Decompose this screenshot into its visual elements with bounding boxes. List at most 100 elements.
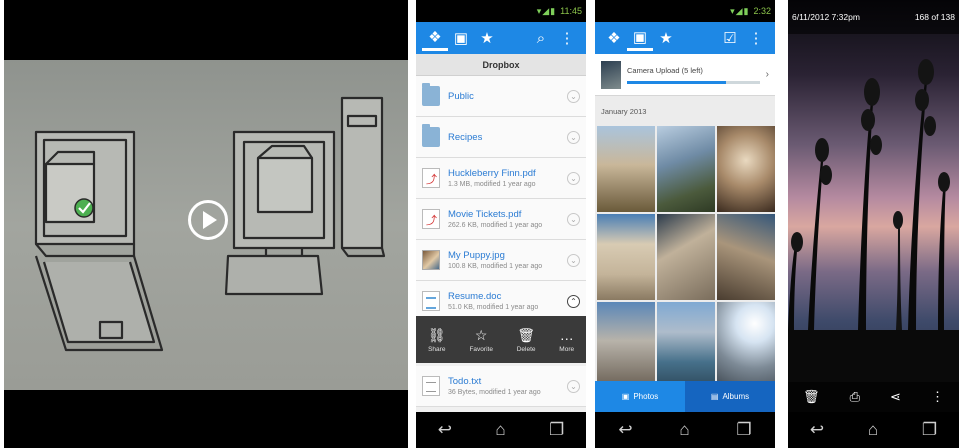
photo-icon: ▣	[621, 392, 630, 401]
photo-thumbnail[interactable]	[657, 302, 715, 388]
more-icon: …	[559, 326, 574, 343]
upload-progress-bar	[627, 80, 760, 84]
more-button[interactable]: … More	[559, 327, 574, 353]
pdf-icon	[422, 209, 440, 229]
file-row-public[interactable]: Public ⌄	[416, 76, 586, 117]
chevron-down-icon[interactable]: ⌄	[567, 89, 580, 103]
file-row-recipes[interactable]: Recipes ⌄	[416, 117, 586, 158]
delete-label: Delete	[516, 345, 536, 353]
system-nav-bar: ↩ ⌂ ❐	[416, 412, 586, 448]
back-icon[interactable]: ↩	[618, 420, 632, 440]
status-time: 11:45	[560, 6, 582, 16]
photo-counter: 168 of 138	[914, 12, 955, 22]
dropbox-icon[interactable]: ❖	[422, 25, 448, 51]
favorite-label: Favorite	[469, 345, 493, 353]
photo-tab-bar: ▣ Photos ▤ Albums	[595, 381, 775, 412]
dropbox-icon[interactable]: ❖	[601, 25, 627, 51]
overflow-icon[interactable]: ⋮	[743, 25, 769, 51]
photo-thumbnail[interactable]	[657, 126, 715, 212]
upload-thumbnail	[601, 60, 621, 89]
tab-photos-label: Photos	[633, 392, 659, 401]
app-store-screenshots: ▾◢▮ 11:45 ❖ ▣ ★ ⌕ ⋮ Dropbox Public ⌄ Rec…	[0, 0, 959, 448]
text-file-icon	[422, 376, 440, 396]
home-icon[interactable]: ⌂	[868, 420, 878, 440]
status-bar: ▾◢▮ 2:32	[595, 0, 775, 22]
status-time: 2:32	[753, 6, 771, 16]
recents-icon[interactable]: ❐	[922, 420, 937, 440]
star-icon[interactable]: ★	[474, 25, 500, 51]
file-meta: 262.6 KB, modified 1 year ago	[448, 222, 543, 229]
file-name: Movie Tickets.pdf	[448, 209, 522, 220]
overflow-icon[interactable]: ⋮	[931, 389, 944, 405]
recents-icon[interactable]: ❐	[736, 420, 751, 440]
link-icon: ⛓	[427, 326, 446, 343]
tab-photos[interactable]: ▣ Photos	[595, 381, 685, 412]
chevron-down-icon[interactable]: ⌄	[567, 379, 580, 393]
photo-thumbnail[interactable]	[717, 214, 775, 300]
photo-thumbnail[interactable]	[597, 126, 655, 212]
chevron-up-icon[interactable]: ⌃	[567, 294, 580, 308]
trash-icon[interactable]: 🗑	[803, 389, 820, 405]
folder-icon	[422, 83, 440, 106]
export-icon[interactable]: ⎙	[850, 389, 860, 405]
photo-thumbnail[interactable]	[717, 302, 775, 388]
photo-grid	[595, 126, 775, 388]
home-icon[interactable]: ⌂	[679, 420, 689, 440]
delete-button[interactable]: 🗑 Delete	[517, 327, 536, 353]
overflow-icon[interactable]: ⋮	[554, 25, 580, 51]
play-icon	[203, 211, 217, 229]
favorite-button[interactable]: ☆ Favorite	[469, 327, 492, 353]
recents-icon[interactable]: ❐	[549, 420, 564, 440]
promo-video[interactable]	[4, 0, 408, 448]
file-name: Public	[448, 90, 474, 102]
chevron-down-icon[interactable]: ⌄	[567, 253, 580, 267]
select-icon[interactable]: ☑	[717, 25, 743, 51]
pdf-icon	[422, 168, 440, 188]
share-label: Share	[428, 345, 446, 353]
file-name: Recipes	[448, 131, 483, 143]
file-meta: 36 Bytes, modified 1 year ago	[448, 389, 541, 396]
photo-thumbnail[interactable]	[717, 126, 775, 212]
home-icon[interactable]: ⌂	[495, 420, 505, 440]
chevron-down-icon[interactable]: ⌄	[567, 171, 580, 185]
back-icon[interactable]: ↩	[810, 420, 824, 440]
folder-icon	[422, 124, 440, 147]
viewer-action-bar: 🗑 ⎙ ⋖ ⋮	[788, 382, 959, 412]
month-header: January 2013	[601, 106, 647, 116]
file-row-my-puppy[interactable]: My Puppy.jpg 100.8 KB, modified 1 year a…	[416, 240, 586, 281]
back-icon[interactable]: ↩	[438, 420, 452, 440]
phone-photo-viewer: 6/11/2012 7:32pm 168 of 138 🗑 ⎙ ⋖ ⋮ ↩ ⌂ …	[788, 0, 959, 448]
file-row-huckleberry[interactable]: Huckleberry Finn.pdf 1.3 MB, modified 1 …	[416, 158, 586, 199]
phone-file-list: ▾◢▮ 11:45 ❖ ▣ ★ ⌕ ⋮ Dropbox Public ⌄ Rec…	[416, 0, 586, 448]
upload-label: Camera Upload (5 left)	[627, 65, 703, 75]
viewer-top-bar: 6/11/2012 7:32pm 168 of 138	[788, 0, 959, 34]
star-icon[interactable]: ★	[653, 25, 679, 51]
file-meta: 1.3 MB, modified 1 year ago	[448, 181, 536, 188]
doc-icon	[422, 291, 440, 311]
camera-upload-row[interactable]: Camera Upload (5 left) ›	[595, 54, 775, 96]
photo-timestamp: 6/11/2012 7:32pm	[792, 12, 860, 22]
photo-thumbnail[interactable]	[597, 302, 655, 388]
chevron-down-icon[interactable]: ⌄	[567, 212, 580, 226]
file-row-movie-tickets[interactable]: Movie Tickets.pdf 262.6 KB, modified 1 y…	[416, 199, 586, 240]
action-bar: ❖ ▣ ★ ☑ ⋮	[595, 22, 775, 54]
gallery-icon[interactable]: ▣	[627, 25, 653, 51]
system-nav-bar: ↩ ⌂ ❐	[595, 412, 775, 448]
share-icon[interactable]: ⋖	[890, 389, 901, 405]
play-button[interactable]	[188, 200, 228, 240]
action-bar: ❖ ▣ ★ ⌕ ⋮	[416, 22, 586, 54]
star-outline-icon: ☆	[474, 326, 488, 343]
file-list: Public ⌄ Recipes ⌄ Huckleberry Finn.pdf …	[416, 76, 586, 322]
search-icon[interactable]: ⌕	[528, 25, 554, 51]
full-photo[interactable]	[788, 0, 959, 412]
photo-thumbnail[interactable]	[657, 214, 715, 300]
share-button[interactable]: ⛓ Share	[428, 327, 446, 353]
chevron-down-icon[interactable]: ⌄	[567, 130, 580, 144]
status-bar: ▾◢▮ 11:45	[416, 0, 586, 22]
status-icons: ▾◢▮	[730, 5, 750, 16]
photo-thumbnail[interactable]	[597, 214, 655, 300]
tab-albums[interactable]: ▤ Albums	[685, 381, 775, 412]
phone-photos: ▾◢▮ 2:32 ❖ ▣ ★ ☑ ⋮ Camera Upload (5 left…	[595, 0, 775, 448]
gallery-icon[interactable]: ▣	[448, 25, 474, 51]
file-row-todo[interactable]: Todo.txt 36 Bytes, modified 1 year ago ⌄	[416, 366, 586, 407]
